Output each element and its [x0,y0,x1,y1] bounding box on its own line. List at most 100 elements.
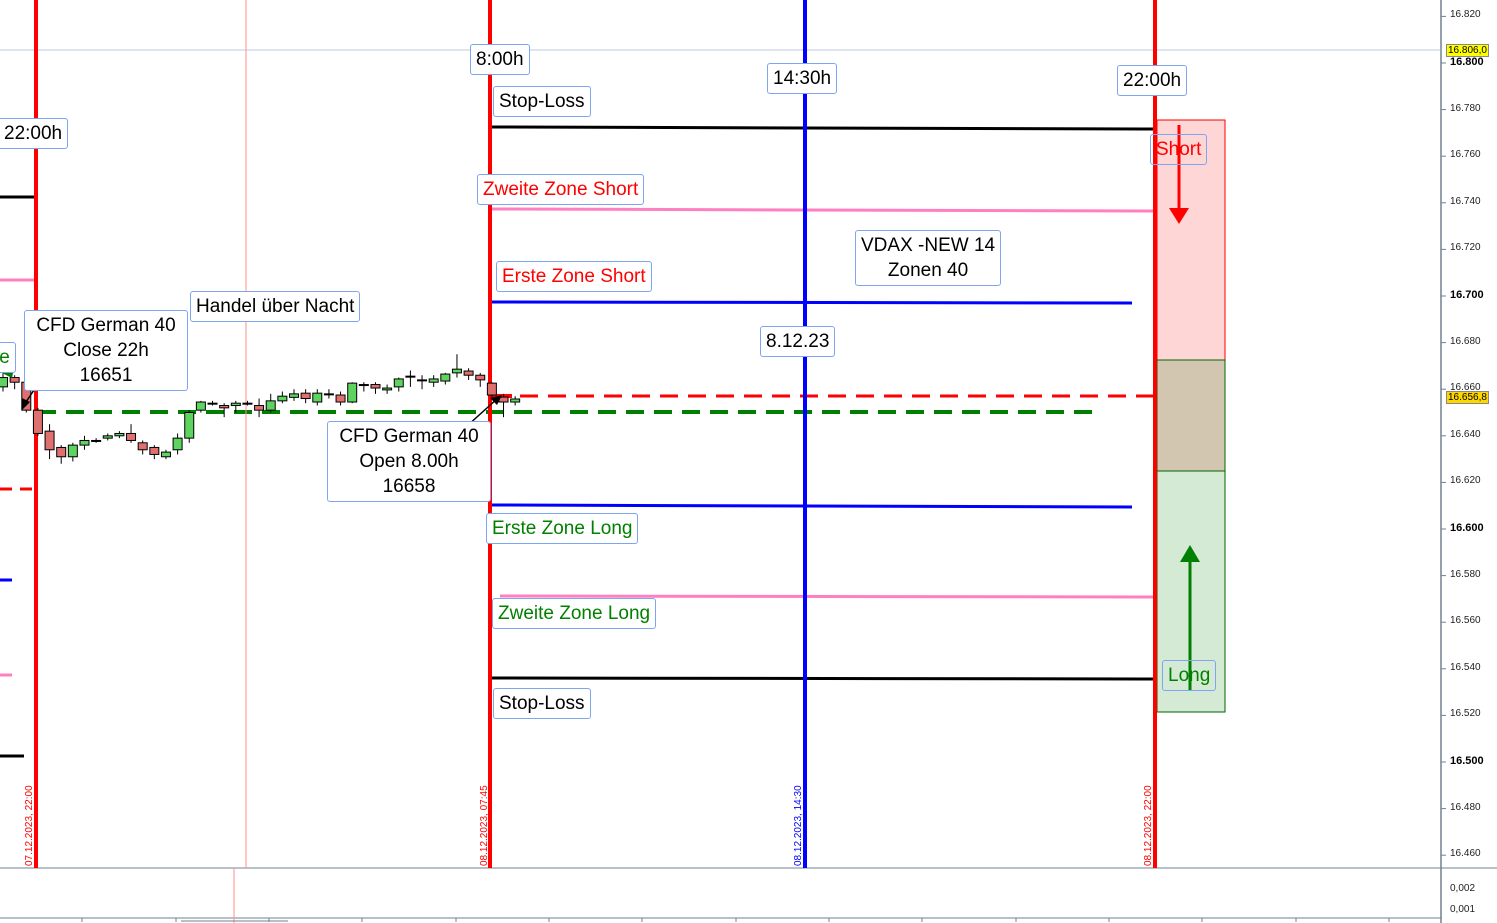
price-tick-label: 16.460 [1450,848,1481,860]
candle-body [463,370,474,376]
candle-body [440,373,451,382]
candle [289,389,299,401]
label-1430[interactable]: 14:30h [767,63,838,94]
candle-body [393,378,404,388]
lower-pane-tick: 0,001 [1450,904,1476,915]
candle-body [475,374,486,381]
price-tick-label: 16.780 [1450,102,1481,114]
label-erste-zone-short[interactable]: Erste Zone Short [496,261,652,292]
vline-date-label: 08.12.2023, 14:30 [793,785,804,866]
label-800[interactable]: 8:00h [470,44,530,75]
label-stop-loss-bottom[interactable]: Stop-Loss [493,688,591,719]
candle [102,433,113,441]
label-zweite-zone-short[interactable]: Zweite Zone Short [477,174,645,205]
erste-zone-short-line[interactable] [491,300,1133,305]
candle [475,372,486,387]
price-chart [0,0,1497,923]
zweite-zone-short-line[interactable] [491,207,1156,213]
candle [358,382,369,392]
candle-body [382,387,393,391]
label-short[interactable]: Short [1150,134,1208,165]
candle [451,354,462,378]
time-axis-tick-marks [81,918,1390,922]
candle-body [277,395,288,402]
price-tick-label: 16.480 [1450,801,1481,813]
label-open-8h[interactable]: CFD German 40 Open 8.00h 16658 [327,421,491,502]
label-2200-left[interactable]: 22:00h [0,118,69,149]
candle [405,370,416,387]
candle-body [451,368,462,374]
open-price-tag: 16.656,8 [1446,391,1489,404]
candle [417,375,428,390]
label-2200-right[interactable]: 22:00h [1117,65,1188,96]
candle-body [335,394,346,403]
price-tick-label: 16.600 [1450,522,1484,534]
candle [126,424,137,443]
candle-body [510,398,521,403]
candle-body [56,446,67,458]
label-partial[interactable]: te [0,342,16,373]
candle [440,372,451,385]
erste-zone-long-line[interactable] [491,503,1133,509]
candle [114,431,125,439]
label-vdax[interactable]: VDAX -NEW 14 Zonen 40 [855,230,1002,286]
zweite-zone-long-line[interactable] [499,594,1156,599]
candle-body [417,379,428,382]
candle-body [102,435,113,439]
candle-body [347,382,358,403]
candle [56,445,67,464]
price-tick-label: 16.700 [1450,289,1484,301]
candle-body [184,412,195,439]
candle [184,410,195,443]
candle-body [44,430,55,451]
candle-body [126,432,137,441]
candle [79,435,90,450]
price-tick-label: 16.620 [1450,475,1481,487]
close-line2: Close 22h [63,340,149,361]
open-line2: Open 8.00h [359,451,459,472]
label-handel[interactable]: Handel über Nacht [190,291,361,322]
stop-loss-short-line[interactable] [491,125,1156,131]
candle-body [32,409,43,434]
label-zweite-zone-long[interactable]: Zweite Zone Long [492,598,657,629]
candle-body [254,405,265,411]
candle-body [428,378,439,383]
candle-body [323,393,334,396]
label-erste-zone-long[interactable]: Erste Zone Long [486,513,639,544]
candle-body [91,439,102,442]
stop-loss-long-line[interactable] [491,676,1156,681]
price-tick-label: 16.800 [1450,56,1484,68]
close-line3: 16651 [79,365,133,386]
candle [277,391,288,404]
candle-body [230,402,241,407]
price-tick-label: 16.720 [1450,242,1481,254]
candle [463,368,474,380]
candle-body [312,392,323,403]
candle [242,400,253,406]
label-long[interactable]: Long [1162,660,1217,691]
candle-body [137,442,148,451]
label-date[interactable]: 8.12.23 [760,326,836,357]
neutral-zone [1156,359,1226,472]
candle-body [486,382,497,396]
vdax-line2: Zonen 40 [887,260,969,281]
label-stop-loss-top[interactable]: Stop-Loss [493,86,591,117]
candle-body [289,393,299,398]
candle-body [358,384,369,387]
candle-body [265,400,276,411]
last-price-tag: 16.806,0 [1446,44,1489,57]
candle-body [219,405,230,409]
vline-date-label: 08.12.2023, 07:45 [479,785,490,866]
candle [172,433,183,455]
vdax-line1: VDAX -NEW 14 [861,235,996,256]
candle-body [207,402,218,405]
candle [510,396,521,406]
price-tick-label: 16.580 [1450,568,1481,580]
candle [0,372,8,392]
label-close-22h[interactable]: CFD German 40 Close 22h 16651 [24,310,188,391]
candle [137,440,148,455]
candle [149,445,160,460]
price-tick-label: 16.760 [1450,149,1481,161]
price-tick-label: 16.680 [1450,335,1481,347]
open-line1: CFD German 40 [339,426,479,447]
